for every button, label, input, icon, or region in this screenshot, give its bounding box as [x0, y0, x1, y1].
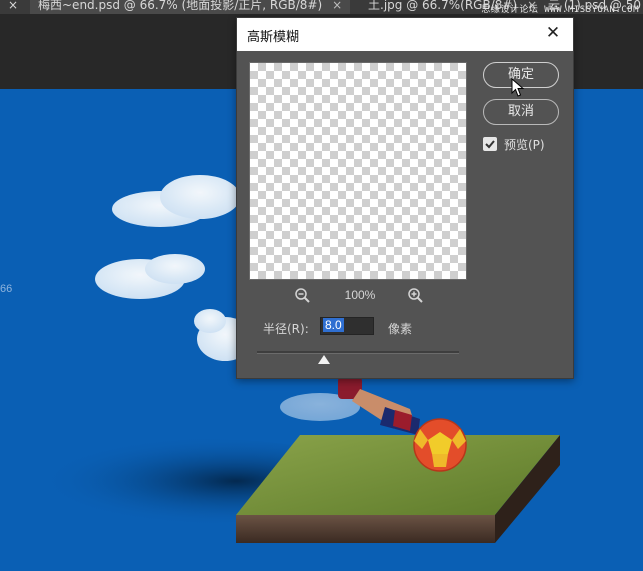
- preview-label[interactable]: 预览(P): [504, 136, 545, 153]
- tab-document-active[interactable]: 梅西~end.psd @ 66.7% (地面投影/正片, RGB/8#) ×: [30, 0, 351, 14]
- tab-leading-close[interactable]: ×: [8, 0, 18, 14]
- filter-preview-area[interactable]: [249, 62, 467, 280]
- checkmark-icon: [485, 140, 495, 149]
- radius-label: 半径(R):: [263, 322, 309, 336]
- zoom-value: 100%: [344, 288, 376, 302]
- radius-unit: 像素: [388, 322, 413, 336]
- tab-close-icon[interactable]: ×: [332, 0, 342, 12]
- close-icon[interactable]: ✕: [543, 23, 563, 43]
- radius-input[interactable]: 8.0: [320, 317, 374, 335]
- gaussian-blur-dialog: 高斯模糊 ✕ 100% 半径(R): 8.0 像素 确定 取消 预览(P): [236, 17, 574, 379]
- zoom-out-icon[interactable]: [293, 286, 313, 306]
- cancel-button[interactable]: 取消: [483, 99, 559, 125]
- preview-checkbox[interactable]: [483, 137, 497, 151]
- watermark-text: 思缘设计论坛 WWW.MISSYUAN.COM: [481, 5, 639, 14]
- soccer-ball: [413, 418, 467, 472]
- radius-value: 8.0: [323, 318, 344, 332]
- tab-label: 梅西~end.psd @ 66.7% (地面投影/正片, RGB/8#): [38, 0, 323, 12]
- dialog-title: 高斯模糊: [247, 30, 300, 45]
- mouse-pointer-icon: [511, 78, 525, 97]
- radius-slider-thumb[interactable]: [317, 355, 330, 364]
- preview-zoom-controls: 100%: [249, 286, 467, 306]
- dialog-title-bar[interactable]: 高斯模糊 ✕: [237, 18, 573, 51]
- radius-slider-track[interactable]: [257, 351, 459, 354]
- document-tab-bar: × 梅西~end.psd @ 66.7% (地面投影/正片, RGB/8#) × …: [0, 0, 643, 14]
- zoom-in-icon[interactable]: [406, 286, 426, 306]
